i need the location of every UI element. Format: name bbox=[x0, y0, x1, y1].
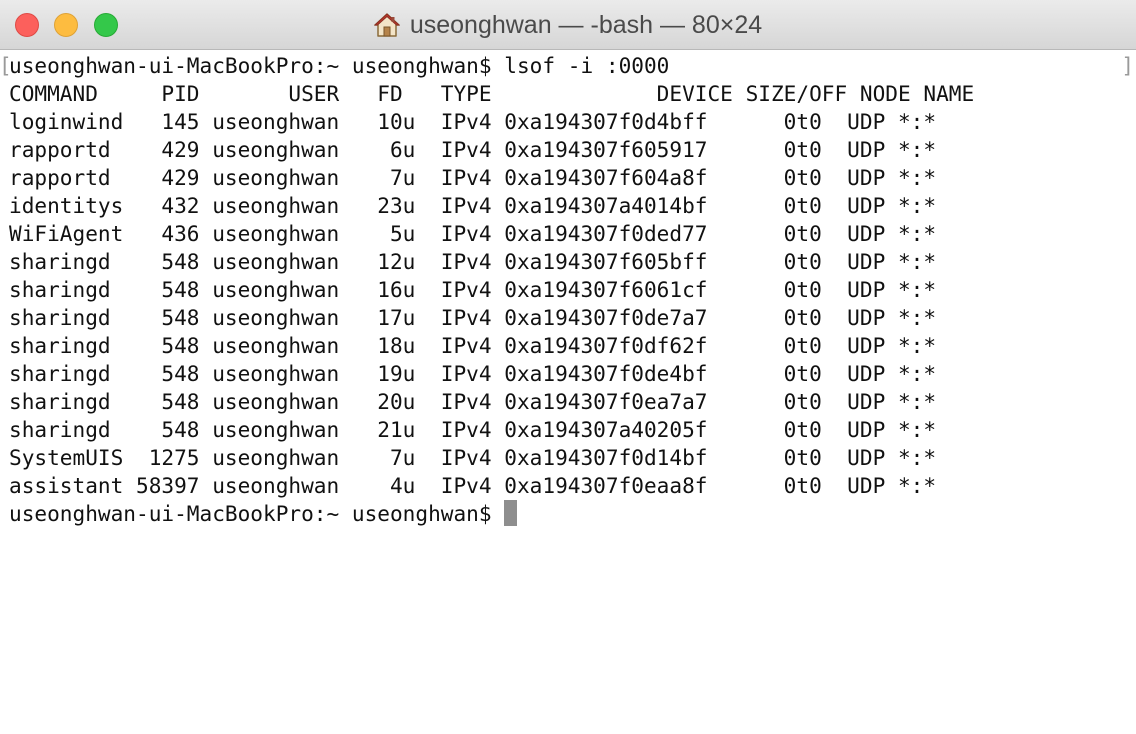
output-row: rapportd 429 useonghwan 6u IPv4 0xa19430… bbox=[9, 137, 937, 162]
output-row: sharingd 548 useonghwan 19u IPv4 0xa1943… bbox=[9, 361, 937, 386]
output-row: sharingd 548 useonghwan 18u IPv4 0xa1943… bbox=[9, 333, 937, 358]
command-line: useonghwan-ui-MacBookPro:~ useonghwan$ l… bbox=[9, 53, 670, 78]
output-row: sharingd 548 useonghwan 17u IPv4 0xa1943… bbox=[9, 305, 937, 330]
output-row: SystemUIS 1275 useonghwan 7u IPv4 0xa194… bbox=[9, 445, 937, 470]
left-bracket-marker: [ bbox=[0, 54, 12, 78]
output-row: sharingd 548 useonghwan 21u IPv4 0xa1943… bbox=[9, 417, 937, 442]
shell-prompt: useonghwan-ui-MacBookPro:~ useonghwan$ bbox=[9, 501, 492, 526]
output-row: sharingd 548 useonghwan 16u IPv4 0xa1943… bbox=[9, 277, 937, 302]
terminal-window: useonghwan — -bash — 80×24 [ ] useonghwa… bbox=[0, 0, 1136, 734]
output-row: WiFiAgent 436 useonghwan 5u IPv4 0xa1943… bbox=[9, 221, 937, 246]
right-bracket-marker: ] bbox=[1121, 54, 1134, 78]
output-row: identitys 432 useonghwan 23u IPv4 0xa194… bbox=[9, 193, 937, 218]
home-icon bbox=[373, 12, 401, 38]
output-row: sharingd 548 useonghwan 12u IPv4 0xa1943… bbox=[9, 249, 937, 274]
terminal-content[interactable]: [ ] useonghwan-ui-MacBookPro:~ useonghwa… bbox=[0, 52, 1136, 734]
output-row: assistant 58397 useonghwan 4u IPv4 0xa19… bbox=[9, 473, 937, 498]
current-prompt-line[interactable]: useonghwan-ui-MacBookPro:~ useonghwan$ bbox=[9, 500, 1136, 528]
output-header: COMMAND PID USER FD TYPE DEVICE SIZE/OFF… bbox=[9, 81, 975, 106]
window-title: useonghwan — -bash — 80×24 bbox=[409, 10, 763, 39]
title-bar[interactable]: useonghwan — -bash — 80×24 bbox=[0, 0, 1136, 50]
output-row: sharingd 548 useonghwan 20u IPv4 0xa1943… bbox=[9, 389, 937, 414]
window-title-group: useonghwan — -bash — 80×24 bbox=[0, 0, 1136, 50]
output-row: rapportd 429 useonghwan 7u IPv4 0xa19430… bbox=[9, 165, 937, 190]
output-row: loginwind 145 useonghwan 10u IPv4 0xa194… bbox=[9, 109, 937, 134]
text-cursor bbox=[503, 500, 517, 526]
